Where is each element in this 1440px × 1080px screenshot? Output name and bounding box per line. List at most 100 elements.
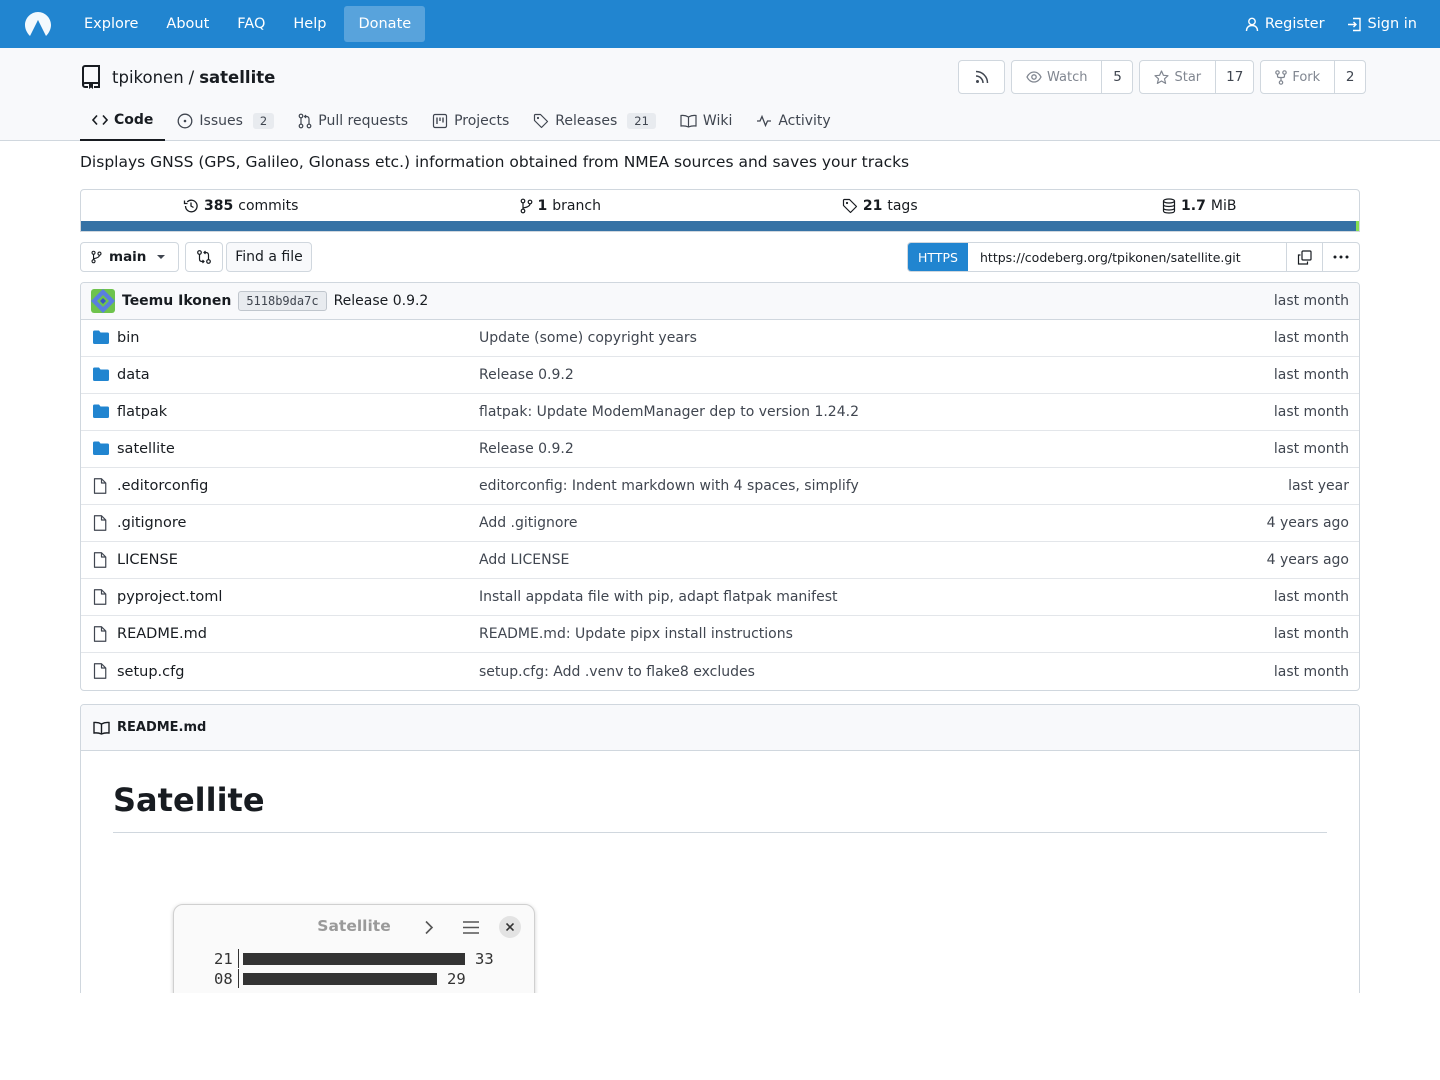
book-icon xyxy=(680,114,697,128)
file-name-link[interactable]: .editorconfig xyxy=(117,478,208,494)
file-name-link[interactable]: pyproject.toml xyxy=(117,589,222,605)
file-commit-message[interactable]: flatpak: Update ModemManager dep to vers… xyxy=(479,404,859,420)
donate-button[interactable]: Donate xyxy=(344,6,426,42)
file-commit-message[interactable]: Update (some) copyright years xyxy=(479,330,697,346)
file-icon xyxy=(93,663,107,679)
table-row[interactable]: bin Update (some) copyright years last m… xyxy=(81,320,1359,357)
eye-icon xyxy=(1026,71,1042,83)
top-navbar: Explore About FAQ Help Donate Register S… xyxy=(0,0,1440,48)
repo-name-link[interactable]: satellite xyxy=(199,68,275,87)
commits-label: commits xyxy=(238,197,299,214)
language-segment-other[interactable] xyxy=(1356,221,1359,231)
file-name-link[interactable]: LICENSE xyxy=(117,552,178,568)
file-commit-message[interactable]: Install appdata file with pip, adapt fla… xyxy=(479,589,838,605)
watch-label: Watch xyxy=(1047,69,1088,85)
nav-faq[interactable]: FAQ xyxy=(223,6,279,42)
language-stats-bar[interactable] xyxy=(81,221,1359,231)
file-name-link[interactable]: setup.cfg xyxy=(117,664,184,680)
register-label: Register xyxy=(1264,16,1325,32)
table-row[interactable]: .gitignore Add .gitignore 4 years ago xyxy=(81,505,1359,542)
fork-count[interactable]: 2 xyxy=(1335,61,1365,93)
register-link[interactable]: Register xyxy=(1234,6,1336,42)
branch-name: main xyxy=(109,249,147,265)
project-board-icon xyxy=(432,113,448,129)
commits-link[interactable]: 385 commits xyxy=(81,198,401,214)
table-row[interactable]: setup.cfg setup.cfg: Add .venv to flake8… xyxy=(81,653,1359,690)
commit-sha-link[interactable]: 5118b9da7c xyxy=(238,291,327,311)
file-commit-time: 4 years ago xyxy=(1266,552,1349,568)
compare-button[interactable] xyxy=(185,242,223,272)
commit-time: last month xyxy=(1273,293,1349,309)
file-commit-message[interactable]: Release 0.9.2 xyxy=(479,441,574,457)
clone-protocol-https[interactable]: HTTPS xyxy=(908,243,968,271)
watch-count[interactable]: 5 xyxy=(1102,61,1132,93)
table-row[interactable]: flatpak flatpak: Update ModemManager dep… xyxy=(81,394,1359,431)
tags-link[interactable]: 21 tags xyxy=(720,198,1040,214)
satellite-snr: 29 xyxy=(447,969,466,988)
tab-code[interactable]: Code xyxy=(80,100,166,141)
tags-label: tags xyxy=(887,197,918,214)
file-commit-message[interactable]: README.md: Update pipx install instructi… xyxy=(479,626,793,642)
tab-projects[interactable]: Projects xyxy=(420,100,521,141)
file-commit-message[interactable]: Release 0.9.2 xyxy=(479,367,574,383)
repo-owner-link[interactable]: tpikonen xyxy=(112,68,184,87)
file-commit-message[interactable]: editorconfig: Indent markdown with 4 spa… xyxy=(479,478,859,494)
codeberg-logo-icon[interactable] xyxy=(22,8,54,40)
table-row[interactable]: .editorconfig editorconfig: Indent markd… xyxy=(81,468,1359,505)
table-row[interactable]: README.md README.md: Update pipx install… xyxy=(81,616,1359,653)
rss-feed-button[interactable] xyxy=(958,60,1005,94)
table-row[interactable]: data Release 0.9.2 last month xyxy=(81,357,1359,394)
size-value: 1.7 xyxy=(1181,197,1206,214)
nav-about[interactable]: About xyxy=(152,6,223,42)
file-icon xyxy=(93,552,107,568)
tab-code-label: Code xyxy=(114,111,154,128)
tab-wiki[interactable]: Wiki xyxy=(668,100,744,141)
issues-count-badge: 2 xyxy=(252,112,275,129)
tab-pull-requests[interactable]: Pull requests xyxy=(286,100,420,141)
fork-button[interactable]: Fork xyxy=(1261,61,1336,93)
file-commit-message[interactable]: setup.cfg: Add .venv to flake8 excludes xyxy=(479,664,755,680)
watch-button[interactable]: Watch xyxy=(1012,61,1103,93)
tab-releases-label: Releases xyxy=(555,112,618,129)
table-row[interactable]: pyproject.toml Install appdata file with… xyxy=(81,579,1359,616)
page-bottom-blank xyxy=(0,993,1440,1080)
table-row[interactable]: satellite Release 0.9.2 last month xyxy=(81,431,1359,468)
file-name-link[interactable]: flatpak xyxy=(117,404,167,420)
avatar[interactable] xyxy=(91,289,115,313)
file-name-link[interactable]: .gitignore xyxy=(117,515,186,531)
file-name-link[interactable]: README.md xyxy=(117,626,207,642)
find-file-button[interactable]: Find a file xyxy=(226,242,312,272)
fork-button-group: Fork 2 xyxy=(1260,60,1367,94)
branch-icon xyxy=(520,198,533,214)
repo-separator: / xyxy=(188,67,195,87)
file-name-link[interactable]: data xyxy=(117,367,150,383)
readme-heading: Satellite xyxy=(113,781,265,819)
table-row[interactable]: LICENSE Add LICENSE 4 years ago xyxy=(81,542,1359,579)
tab-releases[interactable]: Releases 21 xyxy=(521,100,668,141)
repo-actions: Watch 5 Star 17 Fork 2 xyxy=(958,60,1367,94)
branches-link[interactable]: 1 branch xyxy=(401,198,721,214)
folder-icon xyxy=(93,441,109,455)
file-name-link[interactable]: satellite xyxy=(117,441,175,457)
more-options-button[interactable] xyxy=(1322,243,1359,271)
file-commit-message[interactable]: Add .gitignore xyxy=(479,515,578,531)
file-commit-message[interactable]: Add LICENSE xyxy=(479,552,569,568)
tab-issues[interactable]: Issues 2 xyxy=(165,100,286,141)
commit-message[interactable]: Release 0.9.2 xyxy=(334,293,429,309)
star-button-group: Star 17 xyxy=(1139,60,1255,94)
nav-help[interactable]: Help xyxy=(279,6,340,42)
file-commit-time: 4 years ago xyxy=(1266,515,1349,531)
tab-activity[interactable]: Activity xyxy=(744,100,842,141)
readme-filename-link[interactable]: README.md xyxy=(117,720,206,735)
commit-author[interactable]: Teemu Ikonen xyxy=(122,293,231,309)
branch-count: 1 xyxy=(537,197,548,214)
clone-url-input[interactable] xyxy=(968,243,1286,271)
copy-url-button[interactable] xyxy=(1286,243,1322,271)
file-name-link[interactable]: bin xyxy=(117,330,139,346)
branch-selector[interactable]: main xyxy=(80,242,179,272)
sign-in-link[interactable]: Sign in xyxy=(1336,6,1428,42)
star-count[interactable]: 17 xyxy=(1216,61,1253,93)
nav-explore[interactable]: Explore xyxy=(70,6,152,42)
repo-size: 1.7 MiB xyxy=(1040,198,1360,214)
star-button[interactable]: Star xyxy=(1140,61,1217,93)
